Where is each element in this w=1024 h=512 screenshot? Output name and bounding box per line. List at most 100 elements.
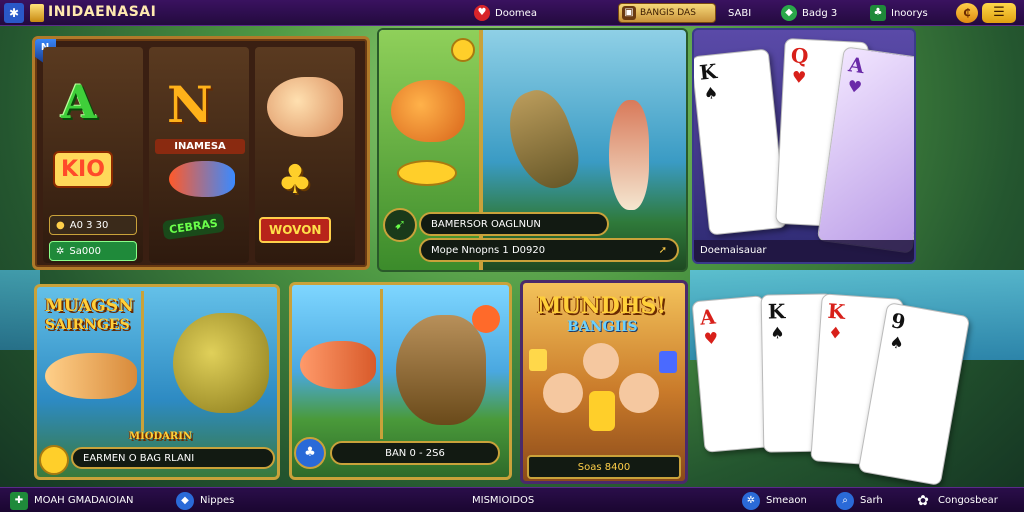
cog-icon: ✿ [917,492,929,509]
balance-button[interactable]: ▣ BANGIS DAS [618,3,716,23]
heart-suit-icon: ♥ [703,328,719,349]
balance-label: BANGIS DAS [640,8,696,18]
bottom-nav-season[interactable]: ✲ Smeaon [742,491,807,510]
fish-icon [45,353,137,399]
fish2-info-bar: EARMEN O BAG RLANI [71,447,275,469]
reel-2: N INAMESA CEBRAS [149,47,249,263]
notifications-button[interactable]: ♥ Doomea [474,3,537,23]
search-icon: ⌕ [836,491,854,510]
fish-hat-character-icon [396,315,486,425]
card-rank: K [826,298,846,324]
bottom-nav-search[interactable]: ⌕ Sarh [836,491,883,510]
character-icon [267,77,343,137]
gear-icon: ✲ [742,491,760,510]
heart-suit-icon: ♥ [791,67,807,88]
fish-icon [300,341,376,389]
flower-icon [472,305,500,333]
card-rank: K [767,299,786,324]
spade-icon: ♠ [770,323,785,343]
coin-stack-icon [589,391,615,431]
fishing-info-label: Mope Nnopns 1 D0920 [431,244,546,256]
bet-indicator: ● A0 3 30 [49,215,137,235]
spin-button-label: Sa000 [69,245,101,257]
badge-label: Badg 3 [802,7,838,19]
reel-3: ♣ WOVON [255,47,355,263]
tile-block-icon [529,349,547,371]
notifications-label: Doomea [495,7,537,19]
bottom-nav-home[interactable]: ✚ MOAH GMADAIOIAN [10,491,134,510]
coin-pile-icon [397,160,457,186]
heart-icon: ♥ [474,5,490,21]
fishing-info-bar[interactable]: Mope Nnopns 1 D0920 ➚ [419,238,679,262]
user-button[interactable]: SABI [728,3,751,23]
mahjong-game-tile[interactable]: MUNDHS! BANGIIS Soas 8400 [520,280,688,484]
character-face-icon [583,343,619,379]
panel-divider [141,291,144,431]
mahjong-title-line2: BANGIIS [567,319,638,335]
fish2-title-line2: SAIRNGES [45,317,130,333]
bottom-bar: ✚ MOAH GMADAIOIAN ◆ Nippes MISMIOIDOS ✲ … [0,487,1024,512]
panel-divider [380,289,383,439]
bottom-nav-settings-label: Congosbear [938,495,998,506]
fish-game-2-tile[interactable]: MUAGSN SAIRNGES MIODARIN EARMEN O BAG RL… [34,284,280,480]
crown-icon [30,4,44,22]
asterisk-logo-icon[interactable]: ✱ [4,3,24,23]
badge-button[interactable]: ◆ Badg 3 [781,3,837,23]
bottom-nav-season-label: Smeaon [766,495,807,506]
bottom-nav-home-label: MOAH GMADAIOIAN [34,495,134,506]
coin-icon [451,38,475,62]
hamburger-icon[interactable]: ☰ [982,3,1016,23]
card-rank: A [698,304,717,330]
slot-symbol-a: A [61,75,97,129]
slot-symbol-kio: KIO [53,151,113,188]
wovon-badge: WOVON [259,217,332,243]
character-face-icon [619,373,659,413]
spade-icon: ♠ [888,332,906,354]
clover-icon: ♣ [870,5,886,21]
bottom-nav-search-label: Sarh [860,495,883,506]
reel-2-label: INAMESA [155,139,245,154]
arrow-right-icon: ➚ [658,244,667,256]
slot-symbol-n: N [167,75,213,134]
bottom-nav-notes[interactable]: ◆ Nippes [176,491,234,510]
diamond-suit-icon: ♦ [827,322,844,343]
cards-game-tile[interactable]: K ♠ Q ♥ A ♥ Doemaisauar [692,28,916,264]
bottom-nav-center-label: MISMIOIDOS [472,495,535,506]
app-title: INIDAENASAI [48,4,157,20]
heart-suit-icon: ♥ [846,76,864,98]
shield-icon: ◆ [781,5,797,21]
goldfish-icon [391,80,465,142]
coin-icon [39,445,69,475]
playing-card-k: K ♠ [694,48,788,236]
fish2-subtitle: MIODARIN [129,431,193,442]
bottom-nav-center[interactable]: MISMIOIDOS [472,491,534,510]
bottom-nav-notes-label: Nippes [200,495,235,506]
character-face-icon [543,373,583,413]
fish-character-icon [497,82,589,198]
bottom-nav-settings[interactable]: ✿ Congosbear [914,491,998,510]
card-rank: Q [790,43,810,69]
mahjong-info-bar: Soas 8400 [527,455,681,479]
arrow-button-icon[interactable]: ➹ [383,208,417,242]
fish2-title-line1: MUAGSN [45,296,134,316]
fishing-game-tile[interactable]: ➹ BAMERSOR OAGLNUN Mope Nnopns 1 D0920 ➚ [377,28,688,272]
reel-1: A KIO ● A0 3 30 ✲ Sa000 [43,47,143,263]
card-rank: K [698,58,719,85]
mahjong-title-line1: MUNDHS! [537,293,667,319]
profile-button[interactable]: ♣ Inoorys [870,3,928,23]
fish-game-3-tile[interactable]: ♣ BAN 0 - 2S6 [289,282,512,480]
slot-game-tile[interactable]: N A KIO ● A0 3 30 ✲ Sa000 N INAMESA CEBR… [32,36,370,270]
cards-game-2-tile[interactable]: A ♥ K ♠ K ♦ 9 ♠ [691,288,992,488]
tile-block-icon [659,351,677,373]
clover-button-icon[interactable]: ♣ [294,437,326,469]
card-rank: A [847,52,866,79]
otter-character-icon [609,100,649,210]
coin-small-icon: ● [56,219,65,231]
wallet-icon: ▣ [622,6,636,20]
cebras-badge: CEBRAS [161,212,225,241]
coin-icon[interactable]: ₵ [956,3,978,23]
gear-icon: ✲ [56,245,65,257]
profile-label: Inoorys [891,7,928,19]
fishing-title-bar: BAMERSOR OAGLNUN [419,212,609,236]
spin-button[interactable]: ✲ Sa000 [49,241,137,261]
